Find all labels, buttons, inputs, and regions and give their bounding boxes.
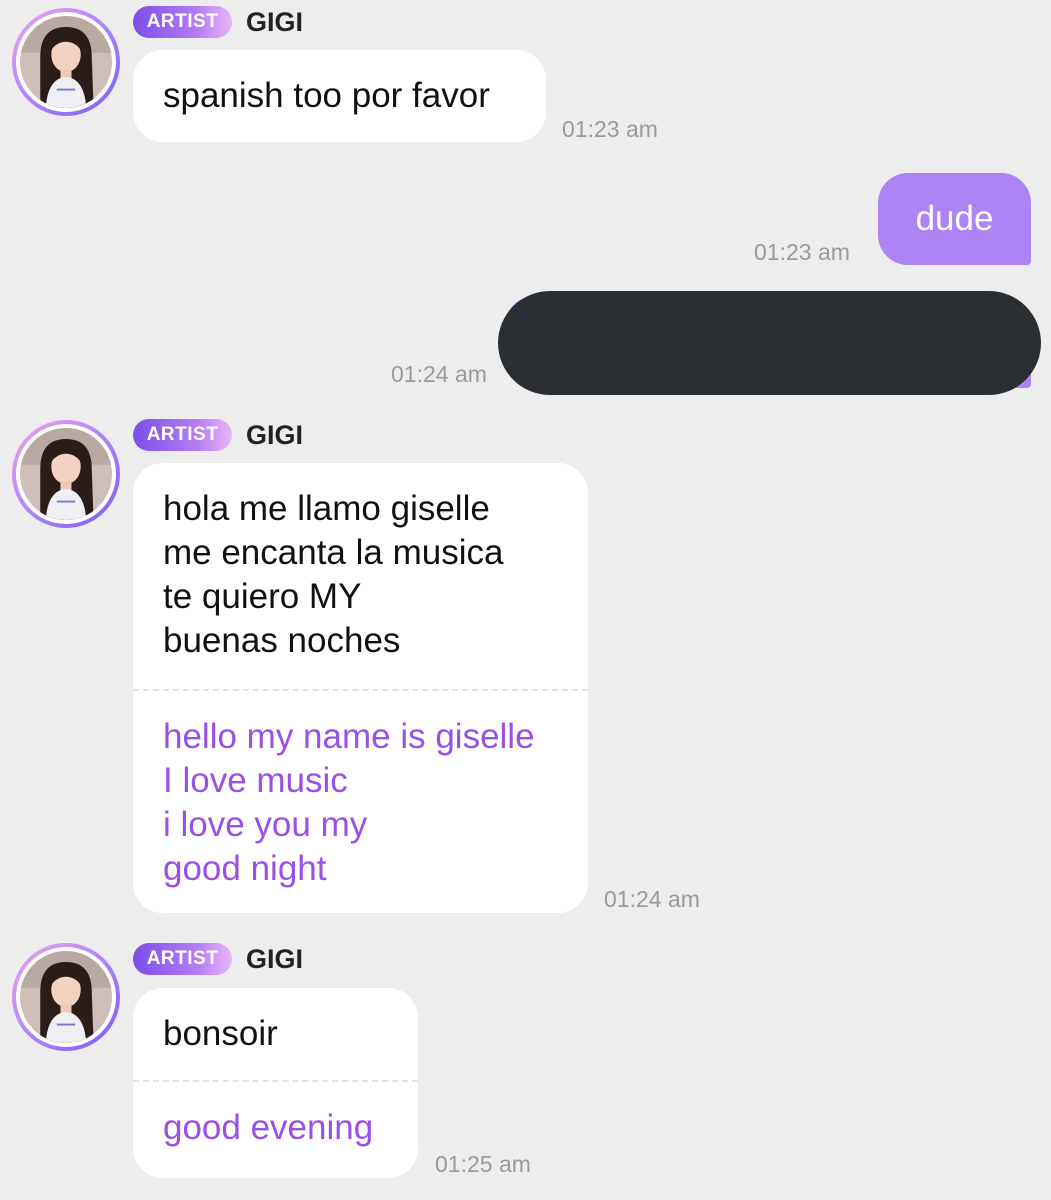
message-original-text: bonsoir [133, 988, 418, 1080]
message-translation-text: hello my name is giselle I love music i … [133, 691, 588, 891]
sender-name[interactable]: GIGI [246, 419, 303, 451]
message-text: spanish too por favor [163, 76, 490, 115]
message-bubble[interactable]: bonsoir good evening [133, 988, 418, 1178]
message-time: 01:23 am [754, 239, 850, 265]
text-line: good night [163, 849, 327, 888]
text-line: i love you my [163, 805, 368, 844]
message-time: 01:24 am [391, 361, 487, 387]
text-line: te quiero MY [163, 577, 362, 616]
artist-badge: ARTIST [133, 6, 232, 38]
text-line: hola me llamo giselle [163, 489, 490, 528]
message-bubble[interactable]: spanish too por favor [133, 50, 546, 142]
avatar[interactable] [12, 943, 120, 1051]
sender-name[interactable]: GIGI [246, 943, 303, 975]
avatar[interactable] [12, 420, 120, 528]
artist-badge: ARTIST [133, 943, 232, 975]
text-line: hello my name is giselle [163, 717, 535, 756]
message-time: 01:24 am [604, 886, 700, 912]
artist-badge: ARTIST [133, 419, 232, 451]
profile-photo [20, 16, 112, 108]
text-line: I love music [163, 761, 348, 800]
message-original-text: hola me llamo giselle me encanta la musi… [133, 463, 588, 689]
redaction-overlay [498, 291, 1041, 395]
profile-photo [20, 428, 112, 520]
message-bubble-outgoing[interactable]: dude [878, 173, 1031, 265]
text-line: good evening [163, 1108, 374, 1147]
message-translation-text: good evening [133, 1082, 418, 1150]
message-bubble[interactable]: hola me llamo giselle me encanta la musi… [133, 463, 588, 913]
text-line: bonsoir [163, 1014, 278, 1053]
text-line: buenas noches [163, 621, 401, 660]
message-time: 01:25 am [435, 1151, 531, 1177]
avatar[interactable] [12, 8, 120, 116]
profile-photo [20, 951, 112, 1043]
sender-name[interactable]: GIGI [246, 6, 303, 38]
text-line: me encanta la musica [163, 533, 504, 572]
message-time: 01:23 am [562, 116, 658, 142]
message-text: dude [915, 199, 994, 238]
